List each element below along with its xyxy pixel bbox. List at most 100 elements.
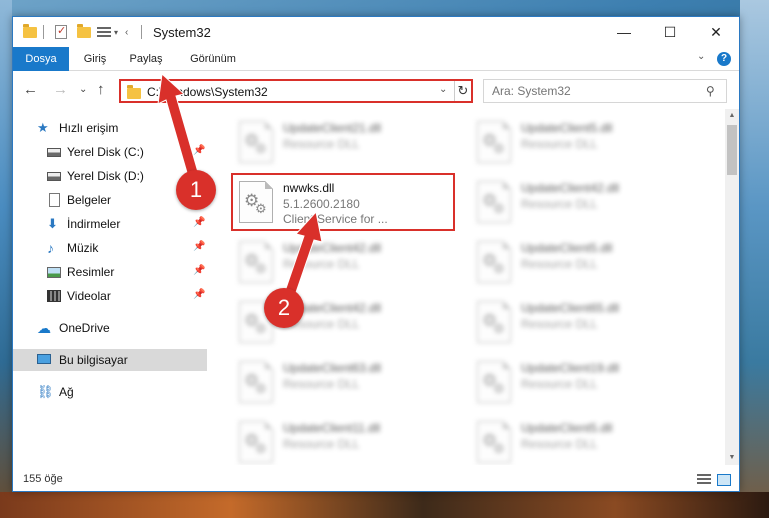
dll-file-icon: ⚙ ⚙ <box>477 301 511 343</box>
list-item[interactable]: ⚙ ⚙ UpdateClient5.dll Resource DLL <box>471 115 691 169</box>
dll-file-icon: ⚙ ⚙ <box>239 361 273 403</box>
file-description: Resource DLL <box>521 137 598 151</box>
pin-icon: 📌 <box>193 217 206 228</box>
address-dropdown-icon[interactable]: ⌄ <box>439 84 447 95</box>
sidebar-item-label: Resimler <box>67 265 115 279</box>
scroll-thumb[interactable] <box>727 125 737 175</box>
document-icon <box>49 193 60 207</box>
properties-check-icon[interactable] <box>55 24 67 40</box>
vertical-scrollbar[interactable]: ▲ ▼ <box>725 109 739 465</box>
tab-home[interactable]: Giriş <box>75 47 115 71</box>
computer-icon <box>37 354 51 364</box>
list-item[interactable]: ⚙ ⚙ UpdateClient5.dll Resource DLL <box>471 415 691 465</box>
window-title: System32 <box>153 25 211 40</box>
list-item[interactable]: ⚙ ⚙ UpdateClient42.dll Resource DLL <box>233 235 453 289</box>
annotation-badge-2: 2 <box>264 288 304 328</box>
address-folder-icon <box>127 85 141 99</box>
quick-access-properties-icon[interactable] <box>97 24 111 40</box>
list-item[interactable]: ⚙ ⚙ UpdateClient11.dll Resource DLL <box>233 415 453 465</box>
details-view-icon[interactable] <box>697 474 711 486</box>
sidebar-item-onedrive[interactable]: ☁ OneDrive <box>13 317 207 339</box>
sidebar-item-label: Yerel Disk (C:) <box>67 145 144 159</box>
pin-icon: 📌 <box>193 289 206 300</box>
dll-file-icon: ⚙ ⚙ <box>477 181 511 223</box>
close-button[interactable]: ✕ <box>693 17 739 47</box>
sidebar-item-label: Müzik <box>67 241 99 255</box>
dll-file-icon: ⚙ ⚙ <box>239 121 273 163</box>
sidebar-item-downloads[interactable]: ⬇ İndirmeler 📌 <box>13 213 207 235</box>
list-item[interactable]: ⚙ ⚙ UpdateClient19.dll Resource DLL <box>471 355 691 409</box>
sidebar-item-music[interactable]: ♪ Müzik 📌 <box>13 237 207 259</box>
file-name: UpdateClient11.dll <box>283 421 381 435</box>
title-separator <box>141 25 142 39</box>
minimize-button[interactable]: — <box>601 17 647 47</box>
new-folder-icon[interactable] <box>77 23 91 40</box>
file-name: UpdateClient21.dll <box>283 121 382 135</box>
desktop-background-left <box>0 0 12 518</box>
sidebar-item-pictures[interactable]: Resimler 📌 <box>13 261 207 283</box>
sidebar-item-label: Ağ <box>59 385 74 399</box>
search-box[interactable]: ⚲ <box>483 79 727 103</box>
recent-locations-icon[interactable]: ⌄ <box>79 84 87 95</box>
list-item[interactable]: ⚙ ⚙ UpdateClient42.dll Resource DLL <box>471 175 691 229</box>
search-input[interactable] <box>492 83 692 99</box>
sidebar-item-network[interactable]: ⛓ Ağ <box>13 381 207 403</box>
dll-file-icon: ⚙ ⚙ <box>477 121 511 163</box>
folder-icon <box>23 23 37 40</box>
dll-file-icon: ⚙ ⚙ <box>239 421 273 463</box>
tab-file[interactable]: Dosya <box>13 47 69 71</box>
quick-access-chevron-icon: ‹ <box>125 26 129 38</box>
disk-icon <box>47 148 61 157</box>
sidebar-item-this-pc[interactable]: Bu bilgisayar <box>13 349 207 371</box>
pin-icon: 📌 <box>193 265 206 276</box>
desktop-taskbar-area <box>0 492 769 518</box>
file-name: UpdateClient42.dll <box>521 181 620 195</box>
sidebar-item-label: Belgeler <box>67 193 112 207</box>
file-name: UpdateClient63.dll <box>283 361 382 375</box>
file-name: UpdateClient65.dll <box>521 301 620 315</box>
maximize-button[interactable]: ☐ <box>647 17 693 47</box>
dll-file-icon: ⚙ ⚙ <box>239 241 273 283</box>
scroll-up-icon[interactable]: ▲ <box>725 109 739 123</box>
tiles-view-icon[interactable] <box>717 474 731 486</box>
sidebar-item-videos[interactable]: Videolar 📌 <box>13 285 207 307</box>
explorer-window: ▾ ‹ System32 — ☐ ✕ Dosya Giriş Paylaş Gö… <box>12 16 740 492</box>
pictures-icon <box>47 267 61 278</box>
list-item[interactable]: ⚙ ⚙ UpdateClient21.dll Resource DLL <box>233 115 453 169</box>
ribbon-expand-icon[interactable]: ⌄ <box>697 51 705 62</box>
status-bar: 155 öğe <box>13 469 739 491</box>
list-item[interactable]: ⚙ ⚙ UpdateClient5.dll Resource DLL <box>471 235 691 289</box>
desktop-background-right <box>740 0 769 518</box>
sidebar-item-label: İndirmeler <box>67 217 121 231</box>
cloud-icon: ☁ <box>37 320 51 336</box>
back-icon[interactable]: ← <box>23 81 38 98</box>
forward-icon[interactable]: → <box>53 81 68 98</box>
star-icon: ★ <box>37 120 49 135</box>
customize-toolbar-icon[interactable]: ▾ <box>114 24 118 40</box>
dll-file-icon: ⚙ ⚙ <box>477 361 511 403</box>
list-item[interactable]: ⚙ ⚙ UpdateClient65.dll Resource DLL <box>471 295 691 349</box>
help-icon[interactable]: ? <box>717 52 731 66</box>
title-bar[interactable]: ▾ ‹ System32 — ☐ ✕ <box>13 17 739 47</box>
file-name: UpdateClient5.dll <box>521 241 613 255</box>
up-icon[interactable]: ↑ <box>97 81 105 98</box>
sidebar-item-label: Videolar <box>67 289 111 303</box>
sidebar-item-label: Yerel Disk (D:) <box>67 169 144 183</box>
dll-file-icon: ⚙ ⚙ <box>239 181 273 223</box>
file-description: Resource DLL <box>283 137 360 151</box>
sidebar-item-label: Bu bilgisayar <box>59 353 128 367</box>
list-item[interactable]: ⚙ ⚙ UpdateClient63.dll Resource DLL <box>233 355 453 409</box>
refresh-icon[interactable]: ↻ <box>454 81 471 101</box>
search-icon[interactable]: ⚲ <box>706 84 715 98</box>
pin-icon: 📌 <box>193 241 206 252</box>
network-icon: ⛓ <box>37 384 54 399</box>
video-icon <box>47 290 61 302</box>
scroll-down-icon[interactable]: ▼ <box>725 451 739 465</box>
music-icon: ♪ <box>47 240 54 256</box>
file-name: UpdateClient19.dll <box>521 361 620 375</box>
annotation-badge-1: 1 <box>176 170 216 210</box>
item-count: 155 öğe <box>23 473 63 485</box>
sidebar-item-label: OneDrive <box>59 321 110 335</box>
file-name: UpdateClient5.dll <box>521 121 613 135</box>
focused-file-item[interactable]: ⚙ ⚙ nwwks.dll 5.1.2600.2180 Client Servic… <box>231 173 455 231</box>
